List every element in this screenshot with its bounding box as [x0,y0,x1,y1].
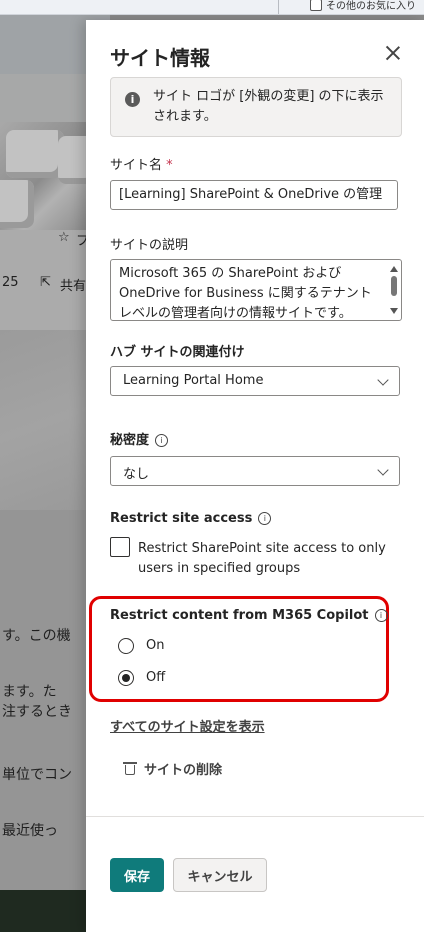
browser-favorites-bar: その他のお気に入り [0,0,424,15]
sensitivity-label-text: 秘密度 [110,433,150,448]
info-icon[interactable]: i [155,434,169,447]
share-icon[interactable]: ⇱ [40,275,51,290]
site-name-label-text: サイト名 [110,158,163,173]
site-description-textarea[interactable]: Microsoft 365 の SharePoint および OneDrive … [110,259,402,321]
background-text-line: 注するとき [2,704,72,720]
copilot-radio-on[interactable] [118,638,134,654]
site-information-panel: サイト情報 i サイト ロゴが [外観の変更] の下に表示されます。 サイト名 … [86,20,424,932]
hub-association-label: ハブ サイトの関連付け [110,345,245,360]
sensitivity-label: 秘密度 i [110,429,169,448]
close-icon[interactable] [382,42,404,64]
site-description-label: サイトの説明 [110,238,189,253]
copilot-radio-on-label[interactable]: On [146,638,164,653]
footer-divider [86,816,424,817]
other-favorites-button[interactable]: その他のお気に入り [310,0,416,12]
panel-title: サイト情報 [110,46,210,70]
background-text-line: 単位でコン [2,767,72,783]
background-text-line: す。この機 [2,628,71,644]
restrict-site-access-label: Restrict site access i [110,511,272,526]
restrict-copilot-label: Restrict content from M365 Copilot i [110,608,388,623]
info-icon[interactable]: i [374,609,388,622]
info-message-text: サイト ロゴが [外観の変更] の下に表示されます。 [153,89,384,124]
cancel-button[interactable]: キャンセル [173,858,267,892]
follow-star-icon[interactable]: ☆ [58,230,70,245]
trash-icon [123,761,137,775]
chevron-down-icon [377,374,389,386]
view-count: 25 [2,275,19,290]
keyboard-key [6,130,64,178]
site-name-label: サイト名 * [110,154,173,173]
all-site-settings-link[interactable]: すべてのサイト設定を表示 [110,716,265,735]
sensitivity-dropdown[interactable]: なし [110,456,400,486]
restrict-site-access-checkbox-label[interactable]: Restrict SharePoint site access to only … [138,539,388,579]
copilot-radio-off-label[interactable]: Off [146,670,165,685]
folder-icon [310,0,322,11]
delete-site-label: サイトの削除 [144,762,223,778]
sensitivity-value: なし [123,467,150,482]
info-icon: i [125,92,140,107]
hub-association-dropdown[interactable]: Learning Portal Home [110,366,400,396]
site-description-text: Microsoft 365 の SharePoint および OneDrive … [119,266,372,321]
other-favorites-label: その他のお気に入り [326,1,416,12]
restrict-site-access-label-text: Restrict site access [110,511,253,526]
site-name-input[interactable]: [Learning] SharePoint & OneDrive の管理 [110,180,398,210]
chevron-down-icon [377,464,389,476]
save-button[interactable]: 保存 [110,858,164,892]
info-icon[interactable]: i [258,512,272,525]
hub-association-value: Learning Portal Home [123,373,264,388]
share-label: 共有 [60,279,87,294]
scroll-thumb[interactable] [391,276,397,296]
keyboard-key [0,180,34,228]
info-message-bar: i サイト ロゴが [外観の変更] の下に表示されます。 [110,77,402,137]
restrict-site-access-checkbox[interactable] [110,537,130,557]
restrict-copilot-label-text: Restrict content from M365 Copilot [110,608,369,623]
background-text-line: 最近使っ [2,823,58,839]
background-text-line: ます。た [2,684,57,700]
scroll-down-arrow[interactable] [390,308,398,314]
textarea-scrollbar[interactable] [389,262,399,318]
scroll-up-arrow[interactable] [390,266,398,272]
required-mark: * [166,158,173,173]
delete-site-button[interactable]: サイトの削除 [123,758,223,778]
copilot-radio-off[interactable] [118,670,134,686]
toolbar-divider [278,0,279,14]
